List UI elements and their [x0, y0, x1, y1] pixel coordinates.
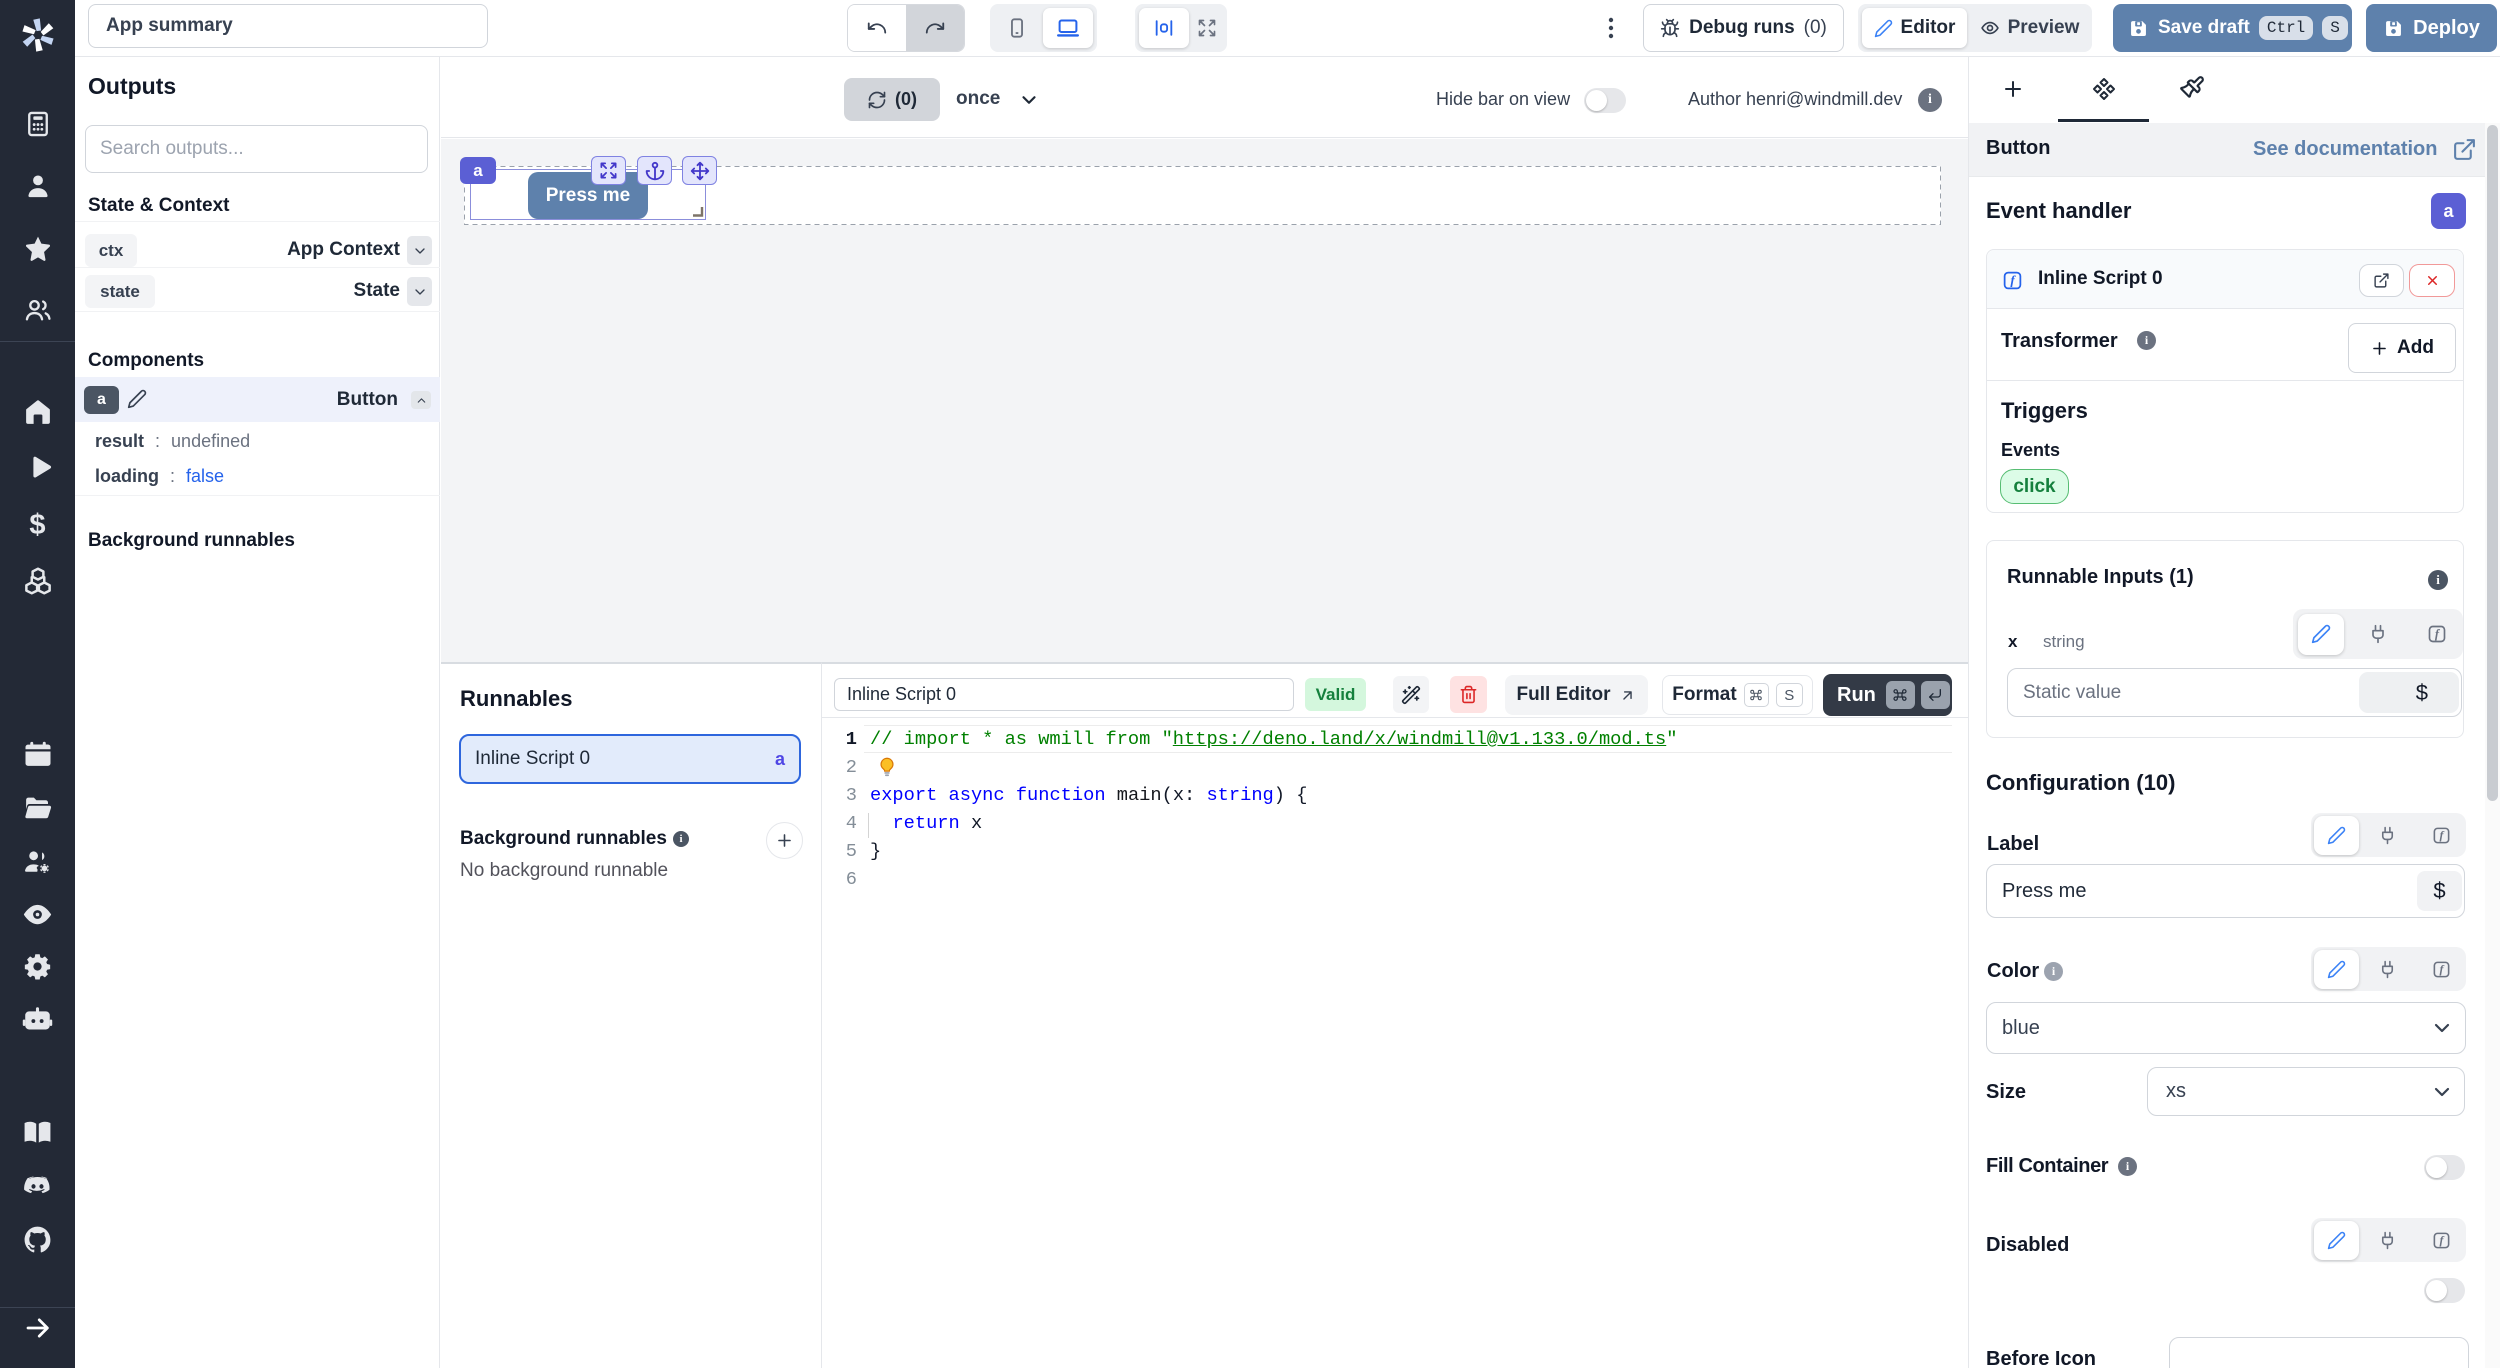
svg-text:f: f — [2010, 272, 2016, 287]
svg-text:f: f — [2439, 962, 2444, 976]
svg-text:f: f — [2439, 1233, 2444, 1247]
svg-text:f: f — [2435, 627, 2441, 641]
svg-text:f: f — [2439, 828, 2444, 842]
